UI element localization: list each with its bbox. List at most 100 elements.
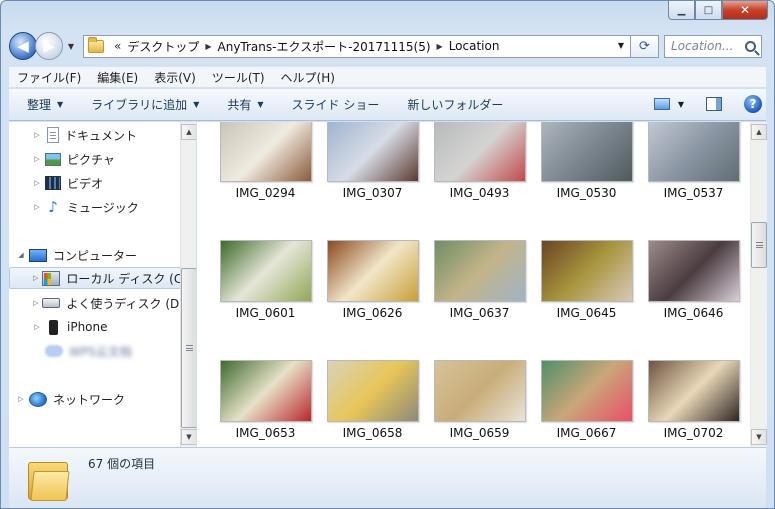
menu-help[interactable]: ヘルプ(H) (281, 69, 335, 86)
share-button[interactable]: 共有 ▼ (227, 96, 263, 113)
file-tile[interactable]: IMG_0646 (640, 238, 747, 356)
nav-videos[interactable]: ▷ ビデオ (9, 172, 181, 194)
expand-icon[interactable]: ▷ (33, 179, 41, 187)
file-name[interactable]: IMG_0658 (319, 426, 426, 440)
collapse-icon[interactable]: ◢ (17, 251, 25, 259)
photo-thumbnail[interactable] (327, 122, 419, 182)
breadcrumb-desktop[interactable]: デスクトップ (127, 38, 199, 55)
nav-iphone[interactable]: ▷ iPhone (9, 316, 181, 338)
photo-thumbnail[interactable] (434, 122, 526, 182)
file-name[interactable]: IMG_0493 (426, 186, 533, 200)
photo-thumbnail[interactable] (648, 240, 740, 302)
breadcrumb-overflow[interactable]: « (114, 39, 121, 53)
file-name[interactable]: IMG_0626 (319, 306, 426, 320)
photo-thumbnail[interactable] (434, 360, 526, 422)
photo-thumbnail[interactable] (434, 240, 526, 302)
file-tile[interactable]: IMG_0601 (212, 238, 319, 356)
nav-pictures[interactable]: ▷ ピクチャ (9, 148, 181, 170)
expand-icon[interactable]: ▷ (33, 323, 41, 331)
chevron-right-icon[interactable]: ▶ (437, 42, 443, 51)
forward-button[interactable]: ▶ (35, 32, 63, 60)
scroll-thumb[interactable] (751, 222, 767, 268)
nav-network[interactable]: ▷ ネットワーク (9, 388, 181, 410)
menu-edit[interactable]: 編集(E) (97, 69, 138, 86)
file-tile[interactable]: IMG_0294 (212, 122, 319, 236)
file-tile[interactable]: IMG_0530 (533, 122, 640, 236)
file-name[interactable]: IMG_0646 (640, 306, 747, 320)
scroll-down-button[interactable]: ▼ (181, 429, 196, 445)
search-icon[interactable] (745, 40, 756, 52)
back-button[interactable]: ◀ (9, 32, 37, 60)
file-name[interactable]: IMG_0702 (640, 426, 747, 440)
help-icon[interactable]: ? (744, 95, 762, 113)
menu-tools[interactable]: ツール(T) (212, 69, 265, 86)
scroll-thumb[interactable] (181, 268, 196, 428)
nav-wps-cloud[interactable]: WPS云文档 (9, 340, 181, 362)
file-tile[interactable]: IMG_0637 (426, 238, 533, 356)
photo-thumbnail[interactable] (327, 360, 419, 422)
file-tile[interactable]: IMG_0653 (212, 358, 319, 447)
change-view-icon[interactable] (653, 98, 670, 110)
photo-thumbnail[interactable] (648, 122, 740, 182)
expand-icon[interactable]: ▷ (33, 274, 38, 282)
file-tile[interactable]: IMG_0667 (533, 358, 640, 447)
file-list-scrollbar[interactable]: ▲ ▼ (750, 122, 767, 447)
nav-computer[interactable]: ◢ コンピューター (9, 244, 181, 266)
file-name[interactable]: IMG_0653 (212, 426, 319, 440)
organize-button[interactable]: 整理 ▼ (27, 96, 63, 113)
file-name[interactable]: IMG_0294 (212, 186, 319, 200)
preview-pane-icon[interactable] (706, 97, 722, 111)
minimize-button[interactable]: ▁ (668, 1, 695, 20)
photo-thumbnail[interactable] (220, 122, 312, 182)
expand-icon[interactable]: ▷ (33, 299, 38, 307)
file-name[interactable]: IMG_0601 (212, 306, 319, 320)
scroll-down-button[interactable]: ▼ (751, 429, 767, 445)
chevron-right-icon[interactable]: ▶ (205, 42, 211, 51)
file-name[interactable]: IMG_0637 (426, 306, 533, 320)
breadcrumb-location[interactable]: Location (449, 39, 500, 53)
close-button[interactable]: ✕ (722, 1, 768, 20)
scroll-up-button[interactable]: ▲ (181, 124, 196, 140)
nav-frequent-disk[interactable]: ▷ よく使うディスク (D: (9, 292, 183, 314)
nav-documents[interactable]: ▷ ドキュメント (9, 124, 181, 146)
file-tile[interactable]: IMG_0626 (319, 238, 426, 356)
address-bar[interactable]: « デスクトップ ▶ AnyTrans-エクスポート-20171115(5) ▶… (83, 34, 631, 58)
view-options-dropdown-icon[interactable]: ▼ (678, 100, 684, 109)
file-name[interactable]: IMG_0659 (426, 426, 533, 440)
expand-icon[interactable]: ▷ (33, 203, 41, 211)
scroll-up-button[interactable]: ▲ (751, 124, 767, 140)
photo-thumbnail[interactable] (541, 360, 633, 422)
file-name[interactable]: IMG_0667 (533, 426, 640, 440)
new-folder-button[interactable]: 新しいフォルダー (407, 96, 503, 113)
file-tile[interactable]: IMG_0307 (319, 122, 426, 236)
photo-thumbnail[interactable] (541, 122, 633, 182)
file-name[interactable]: IMG_0645 (533, 306, 640, 320)
file-tile[interactable]: IMG_0537 (640, 122, 747, 236)
file-name[interactable]: IMG_0530 (533, 186, 640, 200)
photo-thumbnail[interactable] (541, 240, 633, 302)
file-tile[interactable]: IMG_0702 (640, 358, 747, 447)
search-input[interactable]: Location... (664, 34, 762, 58)
file-tile[interactable]: IMG_0645 (533, 238, 640, 356)
file-tile[interactable]: IMG_0658 (319, 358, 426, 447)
photo-thumbnail[interactable] (220, 240, 312, 302)
file-name[interactable]: IMG_0307 (319, 186, 426, 200)
file-name[interactable]: IMG_0537 (640, 186, 747, 200)
navigation-pane-scrollbar[interactable]: ▲ ▼ (180, 122, 196, 447)
file-tile[interactable]: IMG_0659 (426, 358, 533, 447)
slideshow-button[interactable]: スライド ショー (292, 96, 380, 113)
nav-local-disk[interactable]: ▷ ローカル ディスク (C: (9, 267, 186, 289)
recent-pages-dropdown[interactable]: ▼ (65, 42, 77, 51)
menu-view[interactable]: 表示(V) (154, 69, 196, 86)
maximize-button[interactable]: □ (695, 1, 722, 20)
address-dropdown-icon[interactable]: ▼ (618, 41, 624, 50)
menu-file[interactable]: ファイル(F) (17, 69, 81, 86)
photo-thumbnail[interactable] (327, 240, 419, 302)
refresh-button[interactable]: ⟳ (631, 34, 659, 58)
file-tile[interactable]: IMG_0493 (426, 122, 533, 236)
photo-thumbnail[interactable] (648, 360, 740, 422)
nav-music[interactable]: ▷ ♪ ミュージック (9, 196, 181, 218)
photo-thumbnail[interactable] (220, 360, 312, 422)
expand-icon[interactable]: ▷ (33, 131, 41, 139)
expand-icon[interactable]: ▷ (33, 155, 41, 163)
